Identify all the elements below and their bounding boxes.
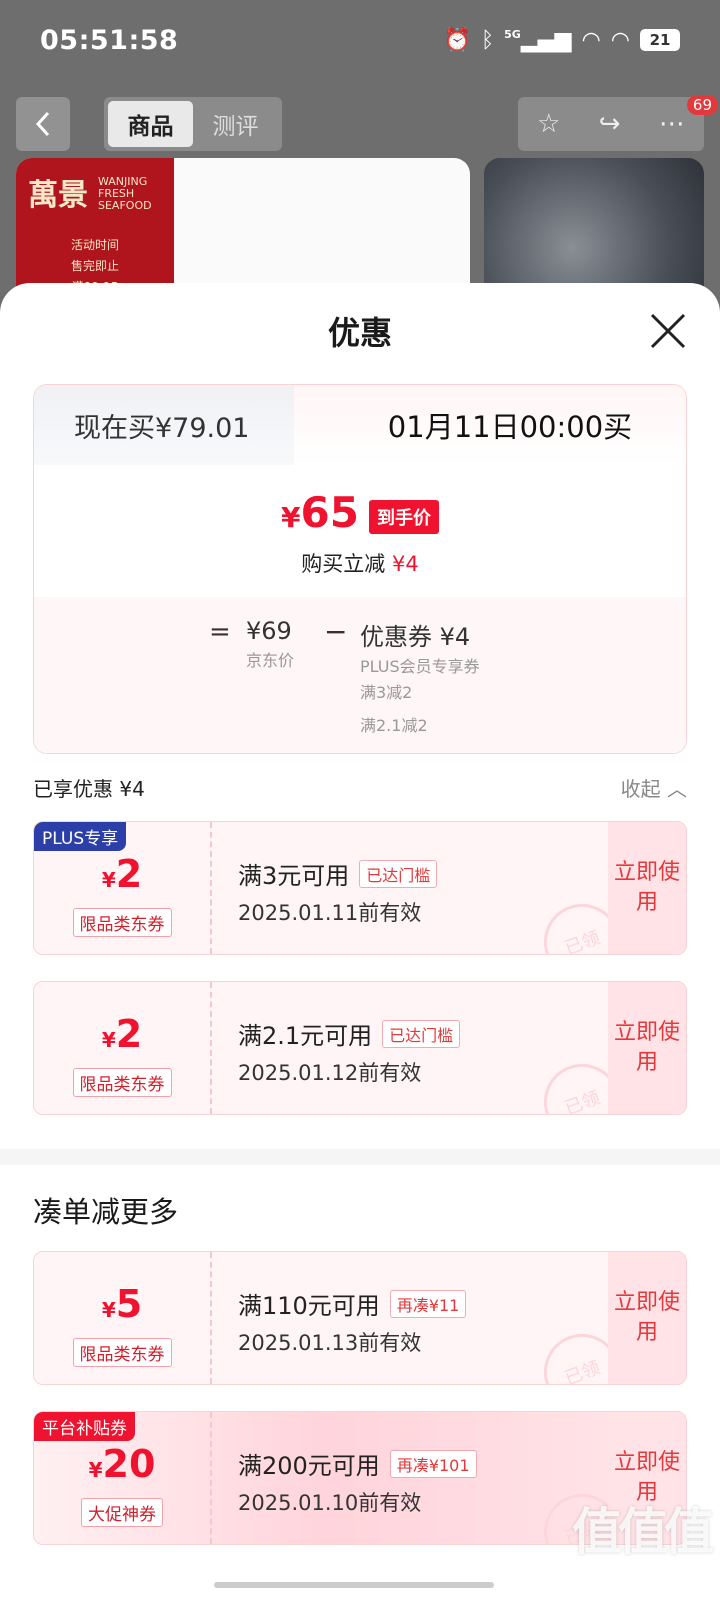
coupon-kind: 限品类东券	[72, 908, 172, 937]
coupon-valid: 2025.01.13前有效	[238, 1331, 422, 1355]
coupon-kind: 限品类东券	[72, 1068, 172, 1097]
coupon-info: 满110元可用 再凑¥11 2025.01.13前有效	[238, 1286, 467, 1357]
coupon-kind: 限品类东券	[72, 1338, 172, 1367]
wifi-icon-2: ◠	[610, 27, 630, 53]
coupon-info: 满3元可用 已达门槛 2025.01.11前有效	[238, 856, 438, 927]
coupon-card: ¥2 限品类东券 PLUS专享 满3元可用 已达门槛 2025.01.11前有效 …	[33, 821, 687, 955]
coupon-info: 满200元可用 再凑¥101 2025.01.10前有效	[238, 1446, 477, 1517]
use-now-button[interactable]: 立即使用	[608, 1252, 686, 1384]
tab-review[interactable]: 测评	[193, 101, 278, 147]
final-price: ¥65	[281, 488, 359, 537]
coupon-amount: ¥2	[101, 852, 143, 896]
home-indicator[interactable]	[214, 1582, 494, 1588]
coupon-amount-block: ¥5 限品类东券	[34, 1252, 212, 1384]
final-price-block: ¥65 到手价 购买立减 ¥4	[34, 465, 686, 595]
status-bar: 05:51:58 ⏰ ᛒ 5G▂▄▆ ◠ ◠ 21	[0, 0, 720, 80]
minus-sign: −	[324, 615, 348, 648]
coupon-info: 满2.1元可用 已达门槛 2025.01.12前有效	[238, 1016, 461, 1087]
use-now-button[interactable]: 立即使用	[608, 982, 686, 1114]
coupon-valid: 2025.01.10前有效	[238, 1491, 422, 1515]
price-breakdown: = ¥69 京东价 − 优惠券 ¥4 PLUS会员专享券 满3减2 满2.1减2	[34, 597, 686, 753]
coupon-condition: 满3元可用	[238, 862, 350, 890]
more-discount-title: 凑单减更多	[33, 1195, 179, 1229]
share-icon[interactable]: ↪	[599, 109, 621, 139]
enjoyed-discount-row: 已享优惠 ¥4 收起 ︿	[33, 769, 687, 805]
instant-cut: 购买立减 ¥4	[301, 552, 419, 576]
coupon-card: ¥5 限品类东券 满110元可用 再凑¥11 2025.01.13前有效 已领 立…	[33, 1251, 687, 1385]
section-divider	[0, 1149, 720, 1165]
coupon-amount: ¥5	[101, 1282, 143, 1326]
plus-ribbon: PLUS专享	[34, 822, 127, 851]
sheet-title: 优惠	[327, 314, 392, 352]
battery-icon: 21	[640, 29, 680, 51]
cellular-signal-icon: 5G▂▄▆	[504, 27, 572, 53]
threshold-tag: 已达门槛	[382, 1019, 461, 1048]
platform-subsidy-ribbon: 平台补贴券	[34, 1412, 135, 1441]
chevron-up-icon: ︿	[667, 776, 687, 801]
more-icon[interactable]: ⋯	[659, 109, 685, 139]
coupon-valid: 2025.01.12前有效	[238, 1061, 422, 1085]
nav-tabs: 商品 测评	[104, 97, 282, 151]
cart-badge: 69	[686, 95, 718, 115]
bluetooth-icon: ᛒ	[480, 27, 495, 53]
watermark-url: zhizhizhi.com	[600, 1564, 682, 1578]
top-nav: 商品 测评 ☆ ↪ ⋯ 69	[16, 95, 718, 153]
coupon-condition: 满110元可用	[238, 1292, 380, 1320]
star-icon[interactable]: ☆	[537, 109, 560, 139]
status-time: 05:51:58	[40, 24, 179, 56]
price-time-tabs: 现在买¥79.01 01月11日00:00买	[34, 385, 686, 465]
brand-name-en: WANJING FRESH SEAFOOD	[98, 175, 152, 212]
tab-buy-now[interactable]: 现在买¥79.01	[34, 385, 334, 465]
back-button[interactable]	[16, 97, 70, 151]
screen: 萬景 WANJING FRESH SEAFOOD 活动时间 售完即止 满99-1…	[0, 0, 720, 1600]
tab-buy-later[interactable]: 01月11日00:00买	[294, 385, 686, 465]
sheet-header: 优惠	[0, 283, 720, 379]
add-more-tag: 再凑¥101	[389, 1449, 477, 1478]
use-now-button[interactable]: 立即使用	[608, 822, 686, 954]
threshold-tag: 已达门槛	[359, 859, 438, 888]
coupon-kind: 大促神券	[81, 1498, 163, 1527]
coupon-valid: 2025.01.11前有效	[238, 901, 422, 925]
site-watermark: 值值值 zhizhizhi.com	[572, 1492, 714, 1578]
coupon-condition: 满2.1元可用	[238, 1022, 373, 1050]
chevron-left-icon	[35, 111, 50, 137]
nav-actions: ☆ ↪ ⋯ 69	[518, 95, 718, 151]
collapse-button[interactable]: 收起 ︿	[621, 773, 687, 802]
add-more-tag: 再凑¥11	[389, 1289, 467, 1318]
equals-sign: =	[209, 617, 231, 647]
enjoyed-label: 已享优惠 ¥4	[33, 776, 145, 801]
close-icon[interactable]	[646, 309, 690, 353]
tab-product[interactable]: 商品	[108, 101, 193, 147]
wifi-icon: ◠	[581, 27, 601, 53]
coupon-card: ¥2 限品类东券 满2.1元可用 已达门槛 2025.01.12前有效 已领 立即…	[33, 981, 687, 1115]
coupon-amount: ¥20	[88, 1442, 156, 1486]
watermark-logo: 值值值	[572, 1503, 714, 1561]
price-panel: 现在买¥79.01 01月11日00:00买 ¥65 到手价 购买立减 ¥4 =…	[33, 384, 687, 754]
jd-price: ¥69 京东价	[246, 617, 295, 670]
discount-sheet: 优惠 现在买¥79.01 01月11日00:00买 ¥65 到手价 购买立减 ¥…	[0, 283, 720, 1600]
activity-value: 售完即止	[70, 259, 119, 273]
coupon-amount-block: ¥2 限品类东券	[34, 982, 212, 1114]
coupon-condition: 满200元可用	[238, 1452, 380, 1480]
final-price-tag: 到手价	[368, 500, 439, 534]
activity-label: 活动时间	[70, 238, 119, 252]
alarm-icon: ⏰	[443, 27, 471, 53]
coupon-deduction: 优惠券 ¥4 PLUS会员专享券 满3减2 满2.1减2	[360, 623, 480, 735]
status-icons: ⏰ ᛒ 5G▂▄▆ ◠ ◠ 21	[444, 28, 680, 53]
coupon-amount: ¥2	[101, 1012, 143, 1056]
